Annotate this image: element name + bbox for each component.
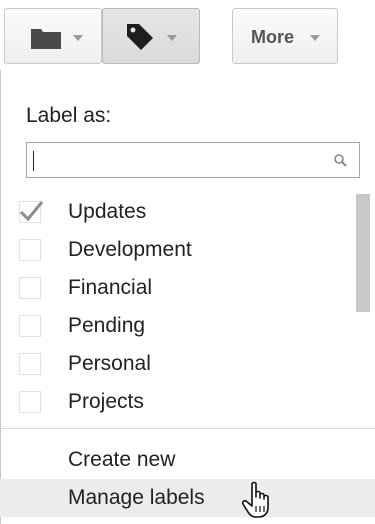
tag-icon: [127, 24, 153, 50]
search-icon: [334, 154, 347, 167]
folder-icon: [31, 29, 61, 49]
labels-button[interactable]: [102, 8, 200, 64]
label-search-box[interactable]: [26, 142, 360, 178]
label-checkbox[interactable]: [19, 201, 44, 223]
more-button-label: More: [251, 27, 295, 47]
label-item-name: Projects: [68, 390, 144, 413]
label-search-input[interactable]: [31, 147, 325, 175]
label-checkbox[interactable]: [19, 239, 41, 261]
label-checkbox[interactable]: [19, 391, 41, 413]
menu-divider: [0, 428, 375, 429]
hand-pointer-icon: [241, 481, 269, 518]
manage-labels-label: Manage labels: [68, 486, 205, 509]
label-checkbox[interactable]: [19, 353, 41, 375]
chevron-down-icon: [310, 35, 320, 41]
label-item-personal[interactable]: Personal: [0, 346, 352, 384]
chevron-down-icon: [167, 35, 177, 41]
move-to-button[interactable]: [4, 8, 102, 64]
create-new-label: Create new: [68, 448, 176, 471]
label-item-financial[interactable]: Financial: [0, 270, 352, 308]
more-button[interactable]: More: [232, 8, 338, 64]
label-item-name: Personal: [68, 352, 151, 375]
label-item-name: Development: [68, 238, 192, 261]
chevron-down-icon: [73, 35, 83, 41]
menu-heading: Label as:: [26, 104, 112, 127]
create-new-label-item[interactable]: Create new: [0, 441, 375, 479]
manage-labels-item[interactable]: Manage labels: [0, 479, 375, 517]
label-checkbox[interactable]: [19, 277, 41, 299]
toolbar: More: [0, 0, 375, 72]
label-item-name: Financial: [68, 276, 153, 299]
label-item-name: Updates: [68, 200, 147, 223]
label-item-development[interactable]: Development: [0, 232, 352, 270]
scrollbar-thumb[interactable]: [356, 194, 370, 312]
checkmark-icon: [19, 201, 44, 222]
label-item-updates[interactable]: Updates: [0, 194, 352, 232]
label-item-pending[interactable]: Pending: [0, 308, 352, 346]
label-item-name: Pending: [68, 314, 146, 337]
label-checkbox[interactable]: [19, 315, 41, 337]
label-item-projects[interactable]: Projects: [0, 384, 352, 422]
text-cursor: [33, 151, 34, 171]
